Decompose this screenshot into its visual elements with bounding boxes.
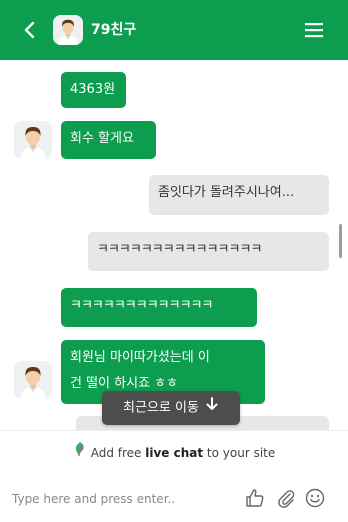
thumbs-up-icon[interactable] [244, 487, 266, 509]
agent-avatar [53, 15, 83, 45]
chat-header: 79친구 [0, 0, 348, 60]
chevron-left-icon[interactable] [18, 18, 42, 42]
promo-suffix: to your site [203, 446, 276, 460]
agent-message: 4363원 [61, 72, 126, 108]
chat-title: 79친구 [91, 22, 137, 38]
promo-bold: live chat [145, 446, 204, 460]
agent-message: ㅋㅋㅋㅋㅋㅋㅋㅋㅋㅋㅋㅋㅋ [61, 288, 257, 327]
message-composer [0, 476, 348, 522]
paperclip-icon[interactable] [275, 487, 297, 509]
message-list[interactable]: 4363원 회수 할게요 좀잇다가 돌려주시나여... ㅋㅋㅋㅋㅋㅋㅋㅋㅋㅋㅋㅋ… [0, 60, 348, 430]
scroll-to-recent-button[interactable]: 최근으로 이동 [102, 391, 240, 425]
scroll-to-recent-label: 최근으로 이동 [123, 400, 199, 416]
live-chat-promo-link[interactable]: Add free live chat to your site [0, 430, 348, 476]
agent-avatar [14, 361, 52, 399]
visitor-message: ㅋㅋㅋㅋㅋㅋㅋㅋㅋㅋㅋㅋㅋㅋㅋ [88, 232, 329, 271]
promo-prefix: Add free [90, 446, 146, 460]
scrollbar-thumb[interactable] [339, 224, 342, 258]
visitor-message: 좀잇다가 돌려주시나여... [149, 175, 329, 215]
agent-message: 회수 할게요 [61, 121, 156, 159]
leaf-logo-icon [73, 431, 87, 476]
message-input[interactable] [12, 488, 232, 510]
agent-avatar [14, 121, 52, 159]
arrow-down-icon [205, 391, 219, 425]
hamburger-menu-icon[interactable] [302, 18, 326, 42]
emoji-icon[interactable] [304, 487, 326, 509]
